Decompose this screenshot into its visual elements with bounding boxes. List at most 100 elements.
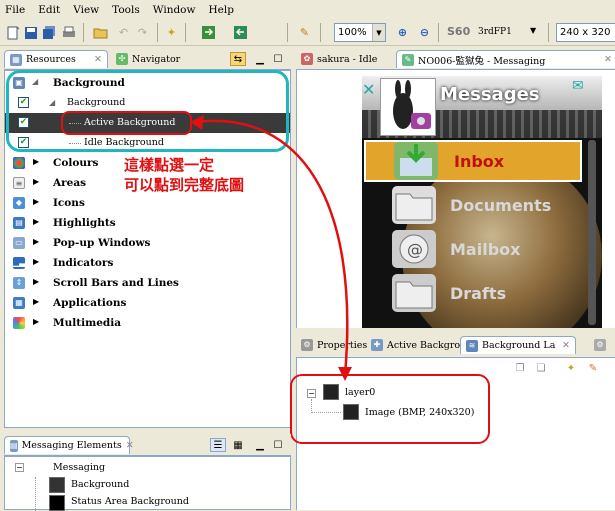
open-folder-icon[interactable] bbox=[92, 24, 109, 41]
tab-navigator[interactable]: ✣ Navigator bbox=[111, 50, 185, 68]
menu-edit[interactable]: Edit bbox=[38, 4, 60, 16]
collapsed-arrow-icon[interactable]: ▶ bbox=[33, 297, 39, 306]
tree-group-highlights[interactable]: ▤ ▶ Highlights bbox=[5, 213, 296, 233]
theme-icon: ✿ bbox=[301, 53, 313, 65]
tree-group-popup-windows[interactable]: ▭ ▶ Pop-up Windows bbox=[5, 233, 296, 253]
collapsed-arrow-icon[interactable]: ▶ bbox=[33, 197, 39, 206]
icons-icon: ◆ bbox=[13, 197, 25, 209]
s60-logo: S60 bbox=[447, 25, 471, 38]
collapsed-arrow-icon[interactable]: ▶ bbox=[33, 257, 39, 266]
popup-windows-icon: ▭ bbox=[13, 237, 25, 249]
tree-group-applications[interactable]: ▦ ▶ Applications bbox=[5, 293, 296, 313]
pencil-icon[interactable]: ✎ bbox=[296, 24, 313, 41]
annotation-text: 這樣點選一定 可以點到完整底圖 bbox=[124, 156, 245, 194]
elements-icon: ▤ bbox=[10, 439, 18, 452]
edition-dropdown-icon[interactable]: ▼ bbox=[530, 26, 536, 35]
collapsed-arrow-icon[interactable]: ▶ bbox=[33, 217, 39, 226]
collapse-toggle[interactable]: − bbox=[15, 463, 24, 472]
collapsed-arrow-icon[interactable]: ▶ bbox=[33, 237, 39, 246]
export-icon[interactable] bbox=[232, 24, 249, 41]
status-area-thumbnail bbox=[49, 495, 65, 511]
messaging-root[interactable]: Messaging bbox=[53, 462, 105, 473]
undo-icon[interactable]: ↶ bbox=[115, 24, 132, 41]
maximize-icon[interactable]: ☐ bbox=[270, 438, 286, 452]
inbox-icon bbox=[394, 142, 438, 180]
menu-tools[interactable]: Tools bbox=[112, 4, 140, 16]
save-all-icon[interactable] bbox=[40, 24, 57, 41]
editor-tabbar: ✿ sakura - Idle ✎ NO006-監獄兔 - Messaging … bbox=[296, 48, 615, 70]
collapsed-arrow-icon[interactable]: ▶ bbox=[33, 177, 39, 186]
collapsed-arrow-icon[interactable]: ▶ bbox=[33, 277, 39, 286]
tab-active-background[interactable]: ✚ Active Backgro bbox=[366, 336, 465, 354]
phone-item-documents[interactable]: Documents bbox=[362, 184, 592, 226]
puzzle-icon: ✚ bbox=[371, 339, 383, 351]
print-icon[interactable] bbox=[60, 24, 77, 41]
list-view-icon[interactable]: ☰ bbox=[210, 438, 226, 452]
tree-group-indicators[interactable]: ▁▃▅ ▶ Indicators bbox=[5, 253, 296, 273]
zoom-combo[interactable]: 100% ▼ bbox=[334, 23, 386, 42]
collapsed-arrow-icon[interactable]: ▶ bbox=[33, 157, 39, 166]
close-icon[interactable]: ✕ bbox=[126, 440, 134, 451]
tree-group-multimedia[interactable]: ▶ Multimedia bbox=[5, 313, 296, 333]
wand-icon[interactable]: ✦ bbox=[563, 361, 579, 375]
resolution-value: 240 x 320 bbox=[560, 27, 611, 38]
menu-window[interactable]: Window bbox=[153, 4, 196, 16]
messaging-tree: − Messaging Background Status Area Backg… bbox=[4, 456, 291, 511]
collapsed-arrow-icon[interactable]: ▶ bbox=[33, 317, 39, 326]
wrench-icon: ⚙ bbox=[301, 339, 313, 351]
redo-icon[interactable]: ↷ bbox=[134, 24, 151, 41]
tab-resources[interactable]: ▦ Resources ✕ bbox=[4, 50, 108, 68]
import-icon[interactable] bbox=[200, 24, 217, 41]
tab-messaging-elements[interactable]: ▤ Messaging Elements ✕ bbox=[4, 436, 134, 454]
copy-icon[interactable]: ❐ bbox=[512, 361, 528, 375]
applications-icon: ▦ bbox=[13, 297, 25, 309]
minimize-icon[interactable]: ▁ bbox=[252, 438, 268, 452]
menu-view[interactable]: View bbox=[73, 4, 99, 16]
sync-icon[interactable]: ⇆ bbox=[230, 52, 246, 66]
phone-item-drafts[interactable]: Drafts bbox=[362, 272, 592, 314]
wand-icon[interactable]: ✦ bbox=[163, 24, 180, 41]
messaging-child-background[interactable]: Background bbox=[71, 479, 129, 490]
red-highlight-box bbox=[61, 111, 192, 135]
minimize-icon[interactable]: ▁ bbox=[252, 52, 268, 66]
layers-icon: ≋ bbox=[466, 339, 478, 352]
close-icon[interactable]: ✕ bbox=[562, 340, 570, 351]
tab-more[interactable]: ⚙ bbox=[589, 336, 611, 354]
paste-icon[interactable]: ❏ bbox=[533, 361, 549, 375]
left-panel-tabbar: ▦ Resources ✕ ✣ Navigator ⇆ ▁ ☐ bbox=[4, 48, 291, 70]
tree-group-icons[interactable]: ◆ ▶ Icons bbox=[5, 193, 296, 213]
phone-item-mailbox[interactable]: @ Mailbox bbox=[362, 228, 592, 270]
zoom-out-icon[interactable]: ⊖ bbox=[416, 24, 433, 41]
documents-icon bbox=[392, 186, 436, 224]
tree-group-scroll-bars[interactable]: ⇕ ▶ Scroll Bars and Lines bbox=[5, 273, 296, 293]
tab-properties[interactable]: ⚙ Properties bbox=[296, 336, 372, 354]
device-edition[interactable]: 3rdFP1 bbox=[478, 27, 512, 37]
messaging-child-status-area[interactable]: Status Area Background bbox=[71, 496, 189, 507]
menu-help[interactable]: Help bbox=[209, 4, 234, 16]
chevron-down-icon: ▼ bbox=[372, 24, 385, 41]
save-icon[interactable] bbox=[22, 24, 39, 41]
colours-icon bbox=[13, 157, 25, 169]
tab-messaging[interactable]: ✎ NO006-監獄兔 - Messaging ✕ bbox=[396, 50, 615, 68]
tab-background-layers[interactable]: ≋ Background La ✕ bbox=[460, 336, 576, 354]
close-icon[interactable]: ✕ bbox=[604, 54, 612, 65]
menu-file[interactable]: File bbox=[5, 4, 25, 16]
phone-scrollbar[interactable] bbox=[588, 140, 596, 325]
zoom-in-icon[interactable]: ⊕ bbox=[394, 24, 411, 41]
close-icon[interactable]: ✕ bbox=[362, 80, 380, 136]
pencil-icon[interactable]: ✎ bbox=[585, 361, 601, 375]
bottom-panel-tabbar: ⚙ Properties ✚ Active Backgro ≋ Backgrou… bbox=[296, 334, 615, 358]
phone-preview[interactable]: ✕ Messages ✉ Inbox Documents @ Mailbox D… bbox=[362, 76, 602, 328]
phone-item-inbox[interactable]: Inbox bbox=[364, 140, 582, 182]
close-icon[interactable]: ✕ bbox=[94, 54, 102, 65]
indicators-icon: ▁▃▅ bbox=[13, 257, 32, 269]
navigator-icon: ✣ bbox=[116, 53, 128, 65]
red-highlight-box-layers bbox=[290, 374, 490, 444]
background-thumbnail bbox=[49, 477, 65, 493]
resolution-combo[interactable]: 240 x 320 bbox=[556, 23, 615, 42]
maximize-icon[interactable]: ☐ bbox=[270, 52, 286, 66]
new-file-icon[interactable] bbox=[4, 24, 21, 41]
svg-text:@: @ bbox=[407, 240, 423, 259]
tab-sakura-idle[interactable]: ✿ sakura - Idle bbox=[296, 50, 382, 68]
grid-view-icon[interactable]: ▦ bbox=[230, 438, 246, 452]
